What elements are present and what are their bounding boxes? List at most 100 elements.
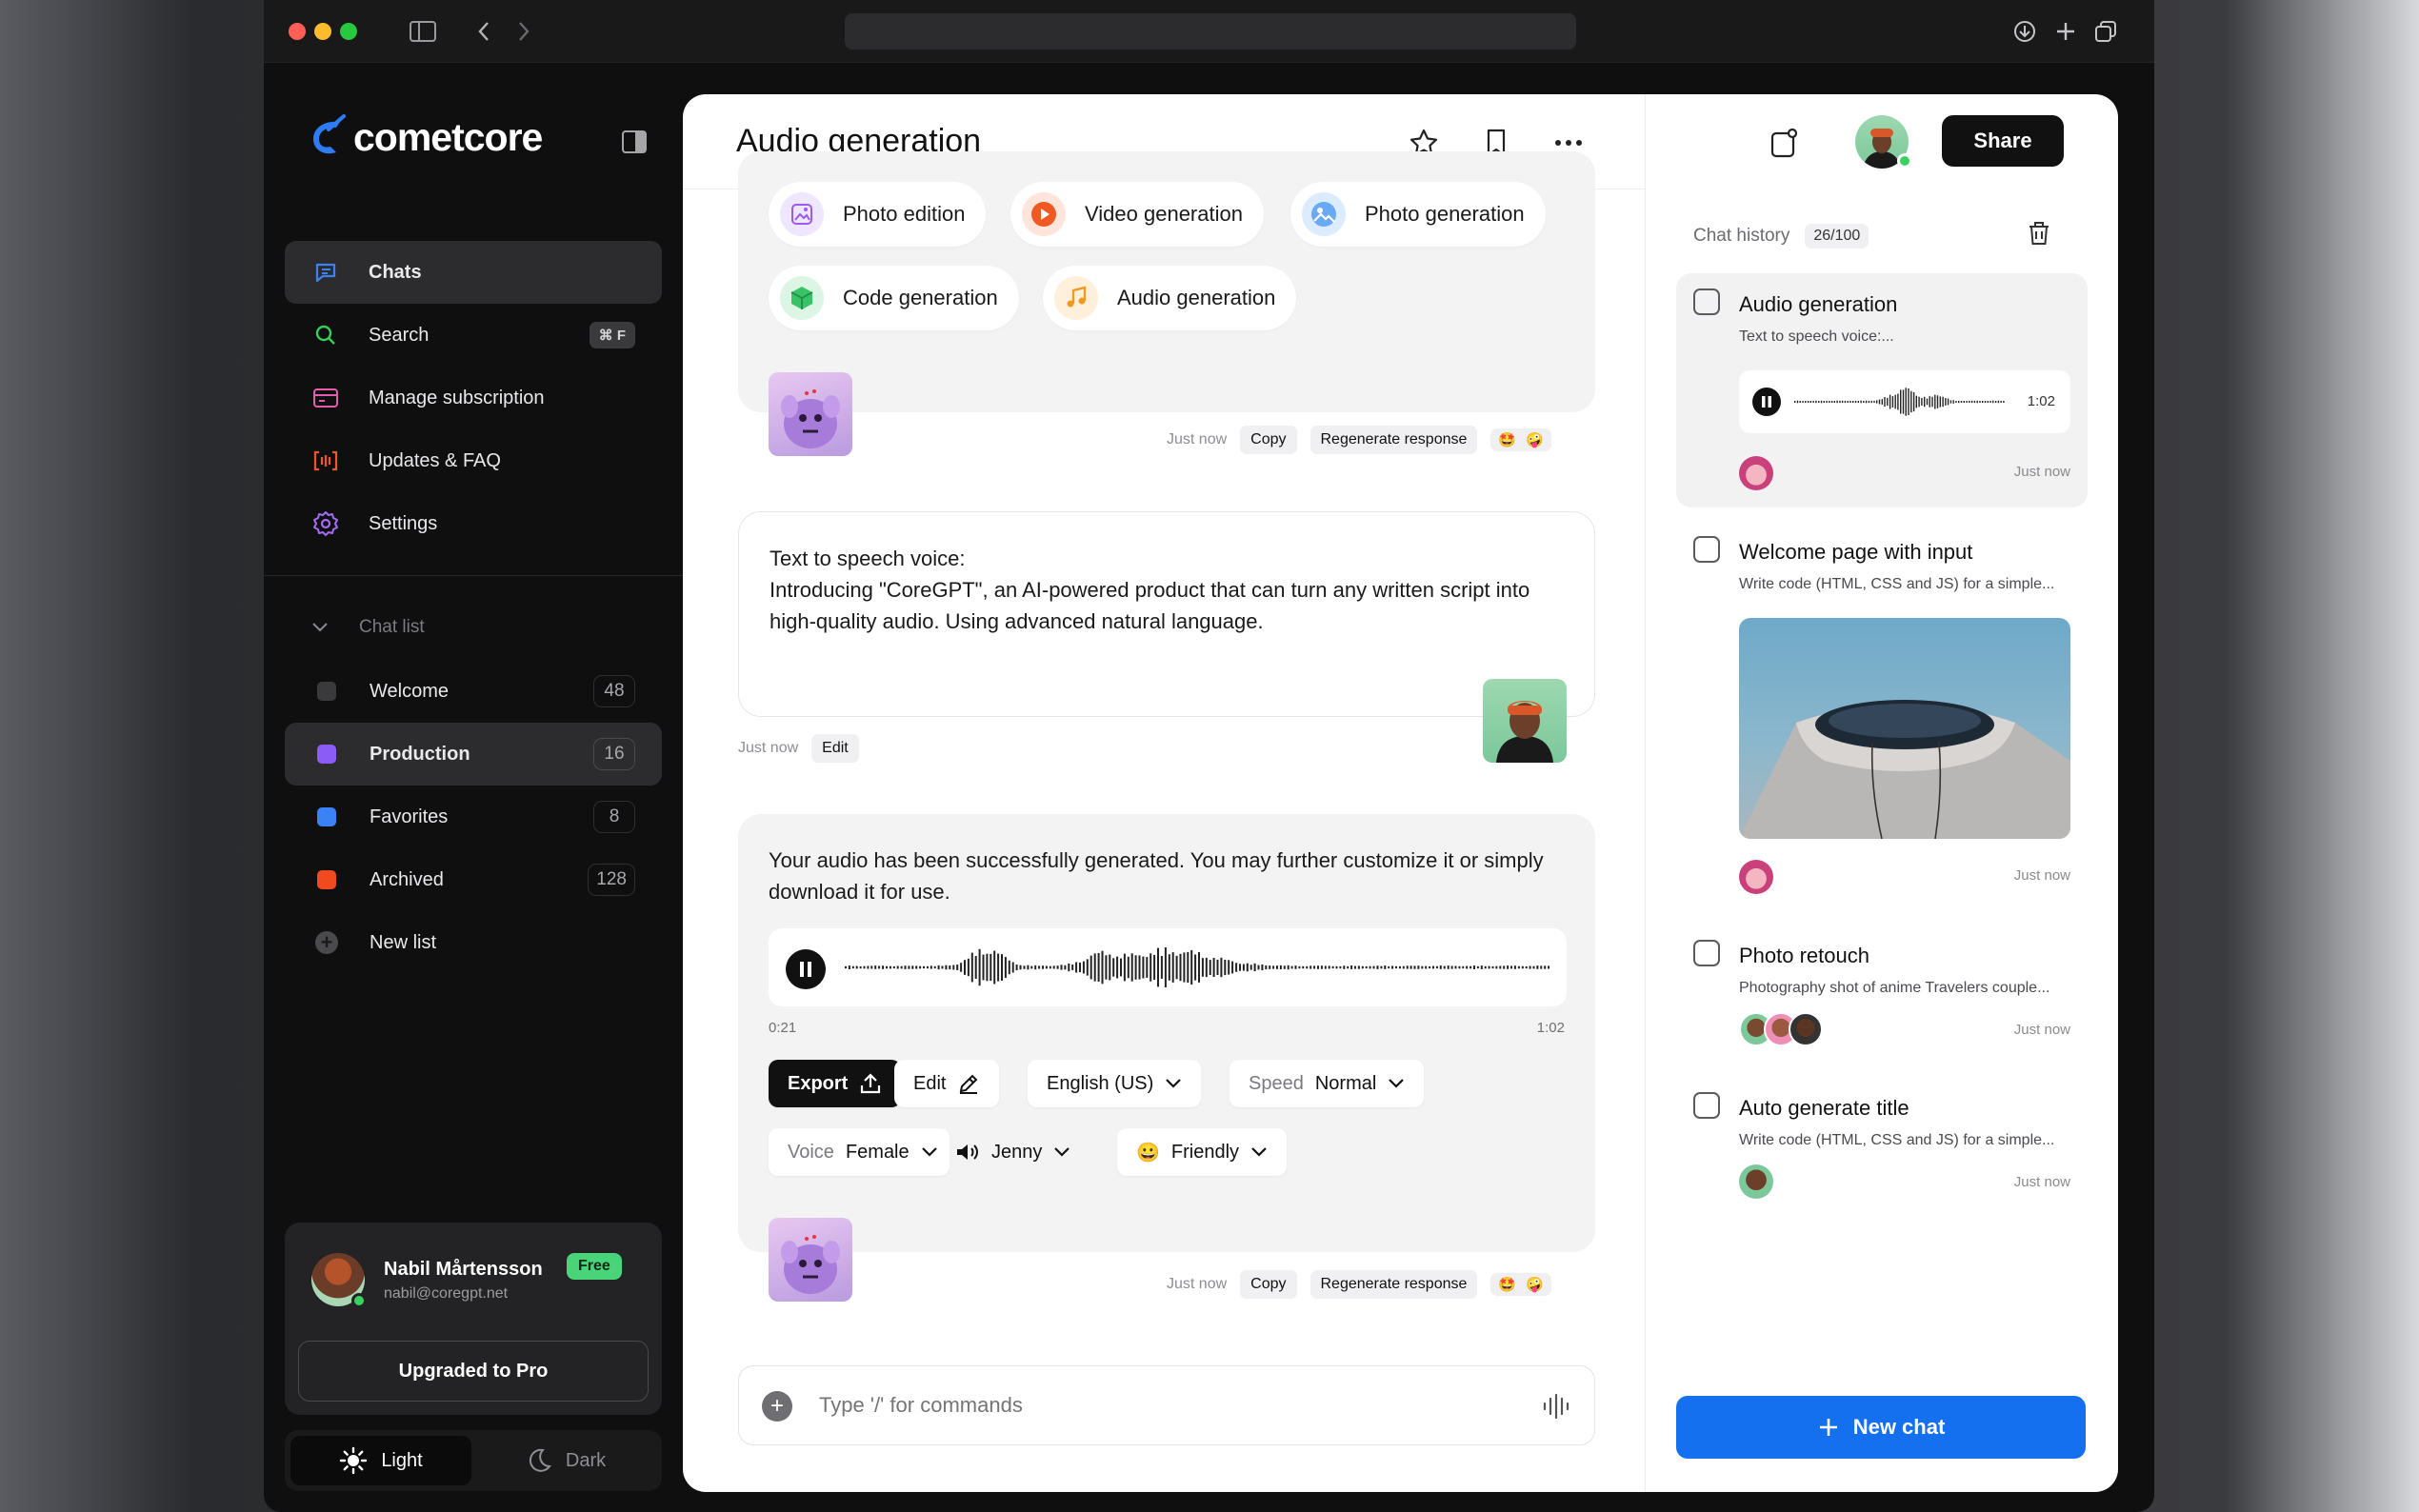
mini-audio-waveform[interactable] [1794, 386, 2006, 418]
new-window-icon[interactable] [1769, 127, 1800, 164]
waveform-bar [1973, 400, 1976, 404]
tabs-overview-icon[interactable] [2088, 13, 2124, 50]
copy-button[interactable]: Copy [1240, 426, 1297, 454]
message-input[interactable] [819, 1393, 1486, 1418]
upgrade-button[interactable]: Upgraded to Pro [298, 1341, 649, 1402]
waveform-bar [1918, 396, 1920, 408]
waveform-bar [1079, 963, 1081, 972]
pause-button[interactable] [786, 949, 826, 989]
waveform-bar [1931, 396, 1933, 408]
theme-dark-option[interactable]: Dark [475, 1436, 656, 1485]
waveform-bar [1425, 965, 1428, 969]
upload-icon [861, 1073, 881, 1094]
chip-photo-edition[interactable]: Photo edition [769, 182, 987, 247]
forward-icon[interactable] [506, 13, 542, 50]
chip-code-generation[interactable]: Code generation [769, 266, 1019, 330]
nav-search[interactable]: Search ⌘ F [285, 304, 662, 367]
add-attachment-button[interactable]: + [762, 1391, 792, 1422]
list-item-production[interactable]: Production 16 [285, 723, 662, 786]
zany-emoji-icon[interactable]: 🤪 [1526, 1276, 1544, 1293]
star-eyes-emoji-icon[interactable]: 🤩 [1498, 1276, 1516, 1293]
waveform-bar [1532, 965, 1535, 969]
waveform-bar [1357, 965, 1360, 969]
brand-logo[interactable]: cometcore [308, 114, 543, 160]
regenerate-button[interactable]: Regenerate response [1309, 1270, 1478, 1299]
nav-manage-subscription[interactable]: Manage subscription [285, 367, 662, 429]
card-icon [311, 384, 340, 412]
audio-waveform[interactable] [845, 944, 1551, 991]
history-checkbox[interactable] [1693, 1092, 1720, 1119]
waveform-bar [1432, 965, 1434, 969]
reaction-buttons[interactable]: 🤩 🤪 [1490, 1273, 1551, 1296]
speed-select[interactable]: Speed Normal [1229, 1060, 1425, 1107]
history-item[interactable]: Photo retouch Photography shot of anime … [1676, 925, 2088, 1067]
regenerate-button[interactable]: Regenerate response [1309, 426, 1478, 454]
edit-audio-button[interactable]: Edit [894, 1060, 1000, 1107]
maximize-window-button[interactable] [340, 23, 357, 40]
waveform-bar [1212, 958, 1215, 977]
user-message-line: Text to speech voice: [770, 547, 966, 570]
copy-button[interactable]: Copy [1240, 1270, 1297, 1299]
waveform-bar [851, 965, 854, 969]
trash-icon[interactable] [2027, 220, 2051, 251]
voice-input-icon[interactable] [1541, 1391, 1571, 1422]
waveform-bar [964, 960, 966, 975]
waveform-bar [1409, 965, 1412, 969]
waveform-bar [1473, 965, 1475, 969]
list-item-archived[interactable]: Archived 128 [285, 848, 662, 911]
chat-list-toggle[interactable]: Chat list [311, 617, 425, 638]
history-checkbox[interactable] [1693, 536, 1720, 563]
new-list-button[interactable]: + New list [285, 911, 662, 974]
export-button[interactable]: Export [769, 1060, 902, 1107]
audio-duration: 1:02 [1536, 1020, 1565, 1036]
minimize-window-button[interactable] [314, 23, 331, 40]
list-item-welcome[interactable]: Welcome 48 [285, 660, 662, 723]
close-window-button[interactable] [289, 23, 306, 40]
avatar [1739, 456, 1773, 490]
chip-audio-generation[interactable]: Audio generation [1043, 266, 1297, 330]
waveform-bar [1970, 400, 1973, 404]
list-count: 48 [593, 675, 635, 707]
chip-video-generation[interactable]: Video generation [1010, 182, 1264, 247]
history-checkbox[interactable] [1693, 288, 1720, 315]
download-icon[interactable] [2007, 13, 2043, 50]
star-eyes-emoji-icon[interactable]: 🤩 [1498, 431, 1516, 448]
history-item[interactable]: Auto generate title Write code (HTML, CS… [1676, 1077, 2088, 1220]
waveform-bar [1881, 399, 1883, 405]
waveform-bar [1402, 965, 1405, 969]
theme-light-option[interactable]: Light [290, 1436, 471, 1485]
sidebar-toggle-icon[interactable] [405, 13, 441, 50]
new-chat-button[interactable]: New chat [1676, 1396, 2086, 1459]
sidebar-divider [264, 575, 683, 576]
chip-photo-generation[interactable]: Photo generation [1290, 182, 1546, 247]
avatar[interactable] [311, 1253, 367, 1308]
history-checkbox[interactable] [1693, 940, 1720, 966]
back-icon[interactable] [466, 13, 502, 50]
share-button[interactable]: Share [1942, 115, 2064, 167]
history-item[interactable]: Audio generation Text to speech voice:..… [1676, 273, 2088, 507]
voice-select[interactable]: Voice Female [769, 1128, 950, 1176]
waveform-bar [1521, 965, 1524, 969]
waveform-bar [1093, 953, 1096, 982]
history-subtitle: Write code (HTML, CSS and JS) for a simp… [1739, 576, 2055, 592]
waveform-bar [1171, 952, 1174, 983]
collapse-sidebar-button[interactable] [620, 128, 649, 156]
new-tab-icon[interactable] [2048, 13, 2084, 50]
mini-pause-button[interactable] [1752, 388, 1781, 416]
history-subtitle: Text to speech voice:... [1739, 328, 1894, 345]
nav-settings[interactable]: Settings [285, 492, 662, 555]
edit-message-button[interactable]: Edit [811, 734, 859, 763]
photo-gen-icon [1302, 192, 1346, 236]
language-select[interactable]: English (US) [1028, 1060, 1202, 1107]
zany-emoji-icon[interactable]: 🤪 [1526, 431, 1544, 448]
nav-updates-faq[interactable]: Updates & FAQ [285, 429, 662, 492]
user-card: Nabil Mårtensson nabil@coregpt.net Free … [285, 1223, 662, 1415]
waveform-bar [1860, 400, 1862, 404]
address-bar[interactable] [845, 13, 1576, 50]
tone-select[interactable]: 😀 Friendly [1117, 1128, 1288, 1176]
plus-icon: + [315, 930, 338, 954]
list-item-favorites[interactable]: Favorites 8 [285, 786, 662, 848]
speaker-select[interactable]: Jenny [948, 1128, 1090, 1176]
reaction-buttons[interactable]: 🤩 🤪 [1490, 428, 1551, 451]
nav-chats[interactable]: Chats [285, 241, 662, 304]
